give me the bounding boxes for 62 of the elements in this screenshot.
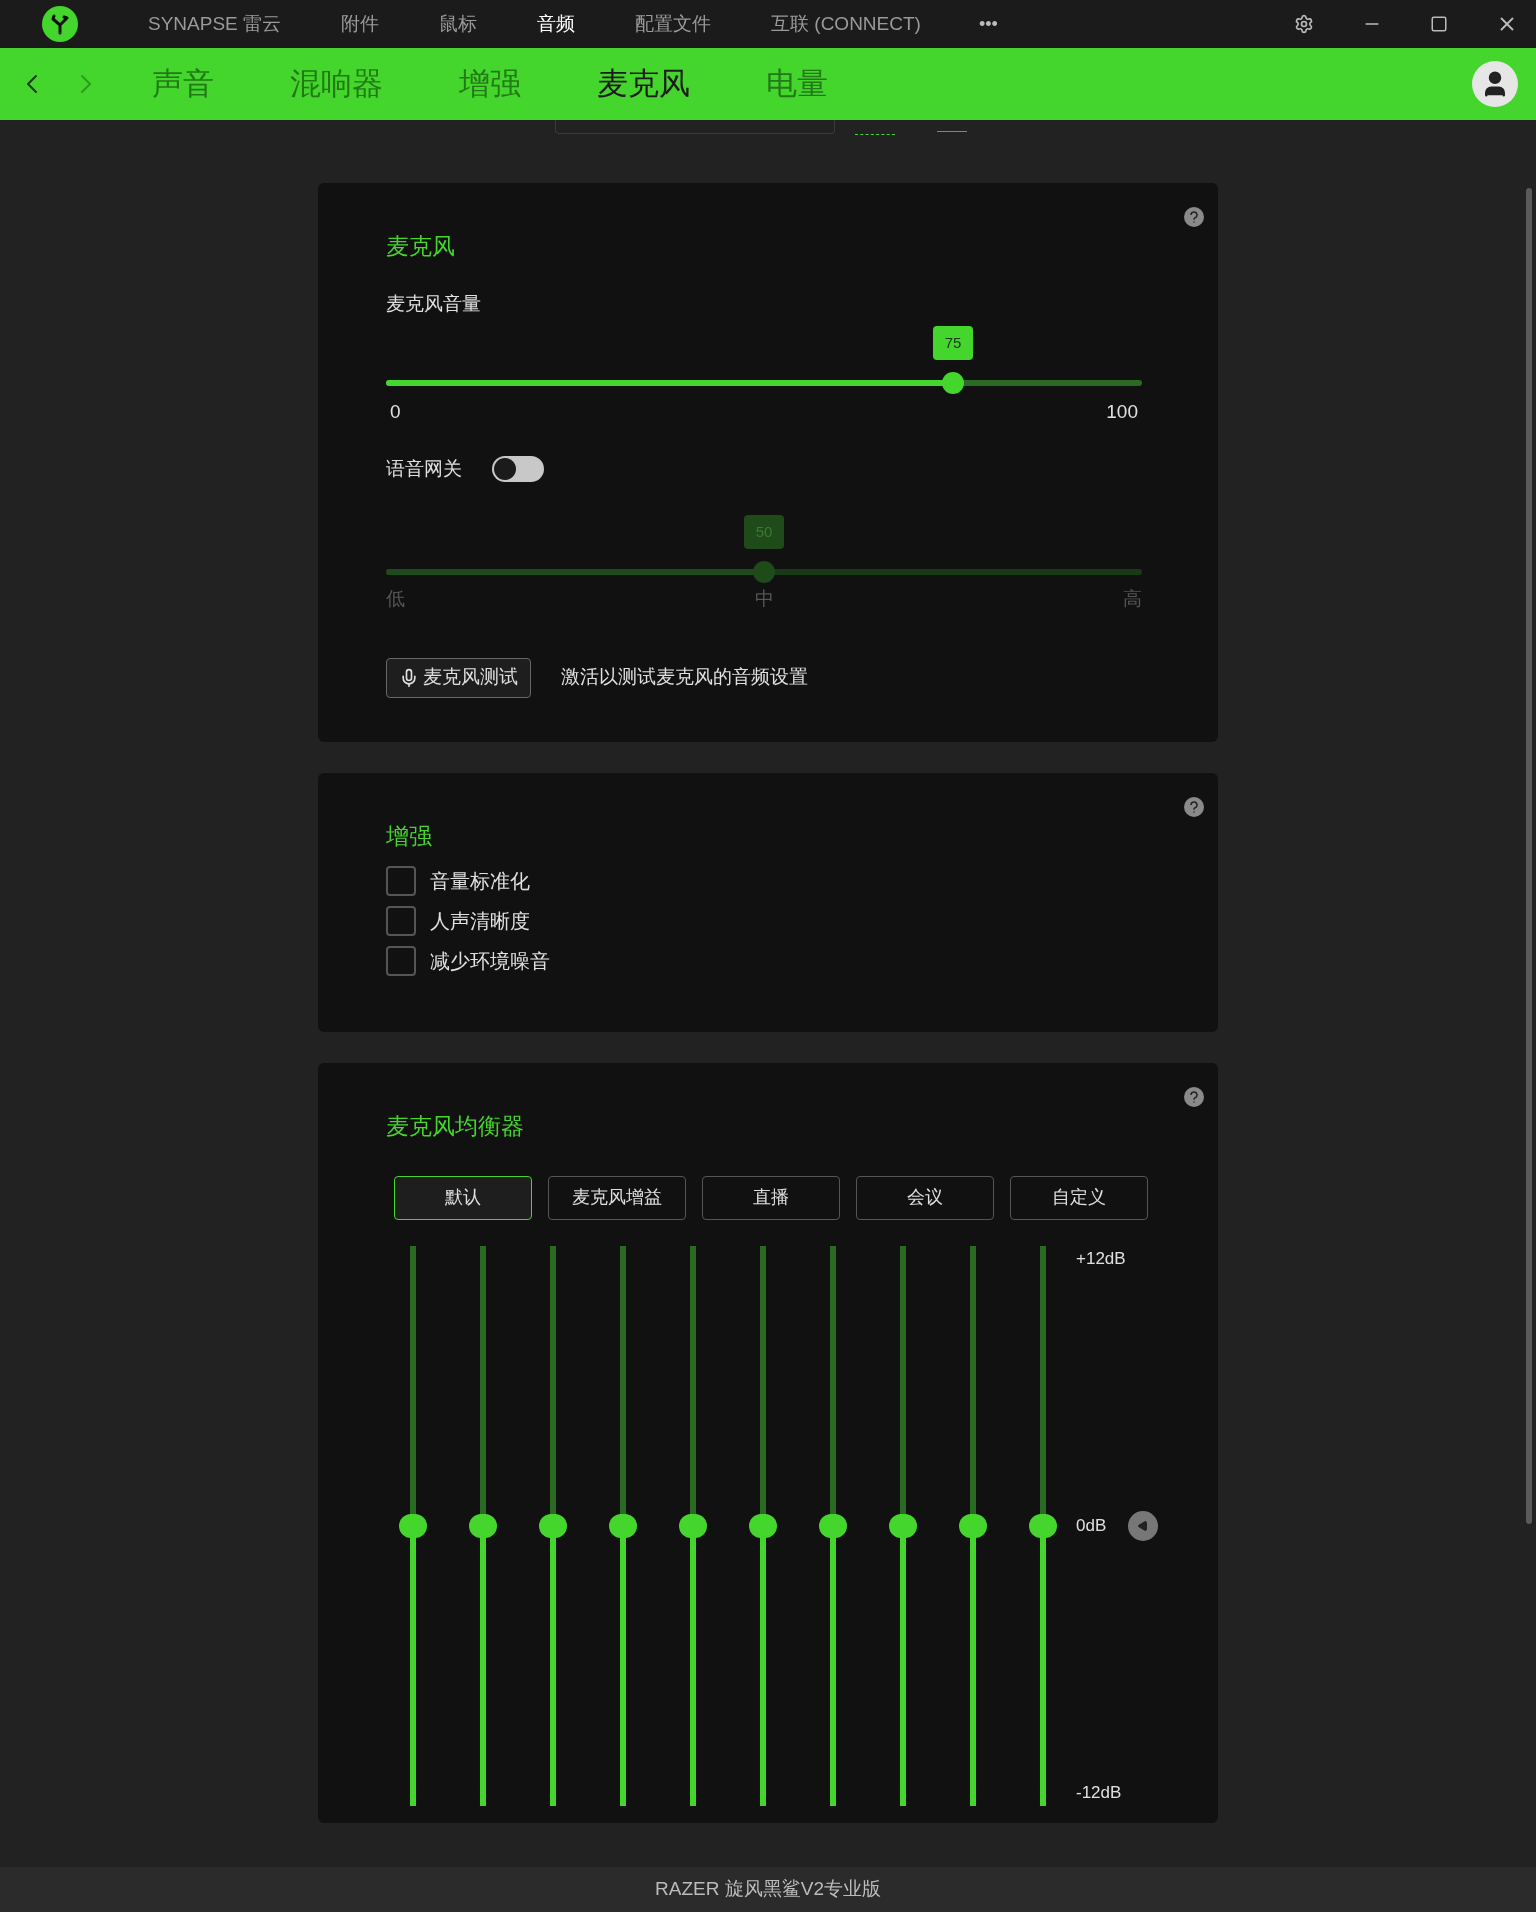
section-tab[interactable]: 麦克风 xyxy=(597,60,690,108)
eq-slider-thumb[interactable] xyxy=(959,1513,987,1538)
device-name: RAZER 旋风黑鲨V2专业版 xyxy=(655,1877,881,1902)
preset-button[interactable]: 默认 xyxy=(394,1175,532,1220)
card-title: 麦克风 xyxy=(386,232,456,261)
eq-slider-thumb[interactable] xyxy=(399,1513,427,1538)
hint-text: 激活以测试麦克风的音频设置 xyxy=(561,665,808,690)
eq-slider-thumb[interactable] xyxy=(679,1513,707,1538)
slider-label: 麦克风音量 xyxy=(386,291,482,316)
scale-label: 高 xyxy=(1123,587,1142,611)
toggle-label: 语音网关 xyxy=(386,456,462,481)
microphone-icon xyxy=(399,667,419,688)
checkbox-label: 人声清晰度 xyxy=(430,908,530,934)
preset-button[interactable]: 麦克风增益 xyxy=(548,1175,686,1220)
slider-thumb[interactable] xyxy=(942,372,964,394)
mic-test-button[interactable]: 麦克风测试 xyxy=(386,657,531,698)
checkbox[interactable] xyxy=(386,945,416,976)
slider-max: 100 xyxy=(1106,400,1138,424)
avatar[interactable] xyxy=(1472,61,1518,107)
scale-label: 中 xyxy=(754,587,774,611)
value-bubble: 75 xyxy=(933,326,973,360)
collapse-button[interactable] xyxy=(1128,1510,1159,1541)
checkbox[interactable] xyxy=(386,865,416,896)
eq-slider-thumb[interactable] xyxy=(609,1513,637,1538)
eq-slider-thumb[interactable] xyxy=(1029,1513,1057,1538)
db-label: +12dB xyxy=(1076,1247,1127,1270)
eq-slider-thumb[interactable] xyxy=(819,1513,847,1538)
db-label: 0dB xyxy=(1076,1514,1107,1537)
nav-tab[interactable]: 鼠标 xyxy=(439,9,478,39)
checkbox-label: 减少环境噪音 xyxy=(430,948,550,974)
card-title: 麦克风均衡器 xyxy=(386,1112,525,1141)
card-title: 增强 xyxy=(386,822,433,851)
slider-min: 0 xyxy=(390,400,401,424)
logo-icon[interactable] xyxy=(42,6,78,42)
scrollbar[interactable] xyxy=(1526,188,1532,1524)
help-icon[interactable] xyxy=(1184,797,1204,817)
eq-slider-thumb[interactable] xyxy=(889,1513,917,1538)
nav-tab[interactable]: 互联 (CONNECT) xyxy=(771,9,921,39)
preset-button[interactable]: 直播 xyxy=(702,1175,840,1220)
help-icon[interactable] xyxy=(1184,1087,1204,1107)
nav-tab[interactable]: SYNAPSE 雷云 xyxy=(148,9,282,39)
db-label: -12dB xyxy=(1076,1782,1123,1804)
maximize-icon[interactable] xyxy=(1430,15,1448,33)
eq-slider-thumb[interactable] xyxy=(539,1513,567,1538)
nav-tab[interactable]: 配置文件 xyxy=(635,9,712,39)
slider-thumb[interactable] xyxy=(753,561,775,583)
eq-slider-thumb[interactable] xyxy=(469,1513,497,1538)
help-icon[interactable] xyxy=(1184,207,1204,227)
dotted-line xyxy=(855,134,895,135)
nav-tab[interactable]: 音频 xyxy=(537,9,576,39)
play-left-icon xyxy=(1137,1519,1150,1532)
scale-label: 低 xyxy=(386,587,405,611)
eq-slider-thumb[interactable] xyxy=(749,1513,777,1538)
toggle-switch[interactable] xyxy=(492,455,544,482)
preset-button[interactable]: 自定义 xyxy=(1010,1175,1148,1220)
nav-tab[interactable]: 附件 xyxy=(341,9,380,39)
checkbox[interactable] xyxy=(386,905,416,936)
more-button[interactable]: ••• xyxy=(978,10,998,38)
preset-button[interactable]: 会议 xyxy=(856,1175,994,1220)
settings-icon[interactable] xyxy=(1294,14,1314,34)
checkbox-label: 音量标准化 xyxy=(430,868,530,894)
line-mark xyxy=(937,131,967,132)
